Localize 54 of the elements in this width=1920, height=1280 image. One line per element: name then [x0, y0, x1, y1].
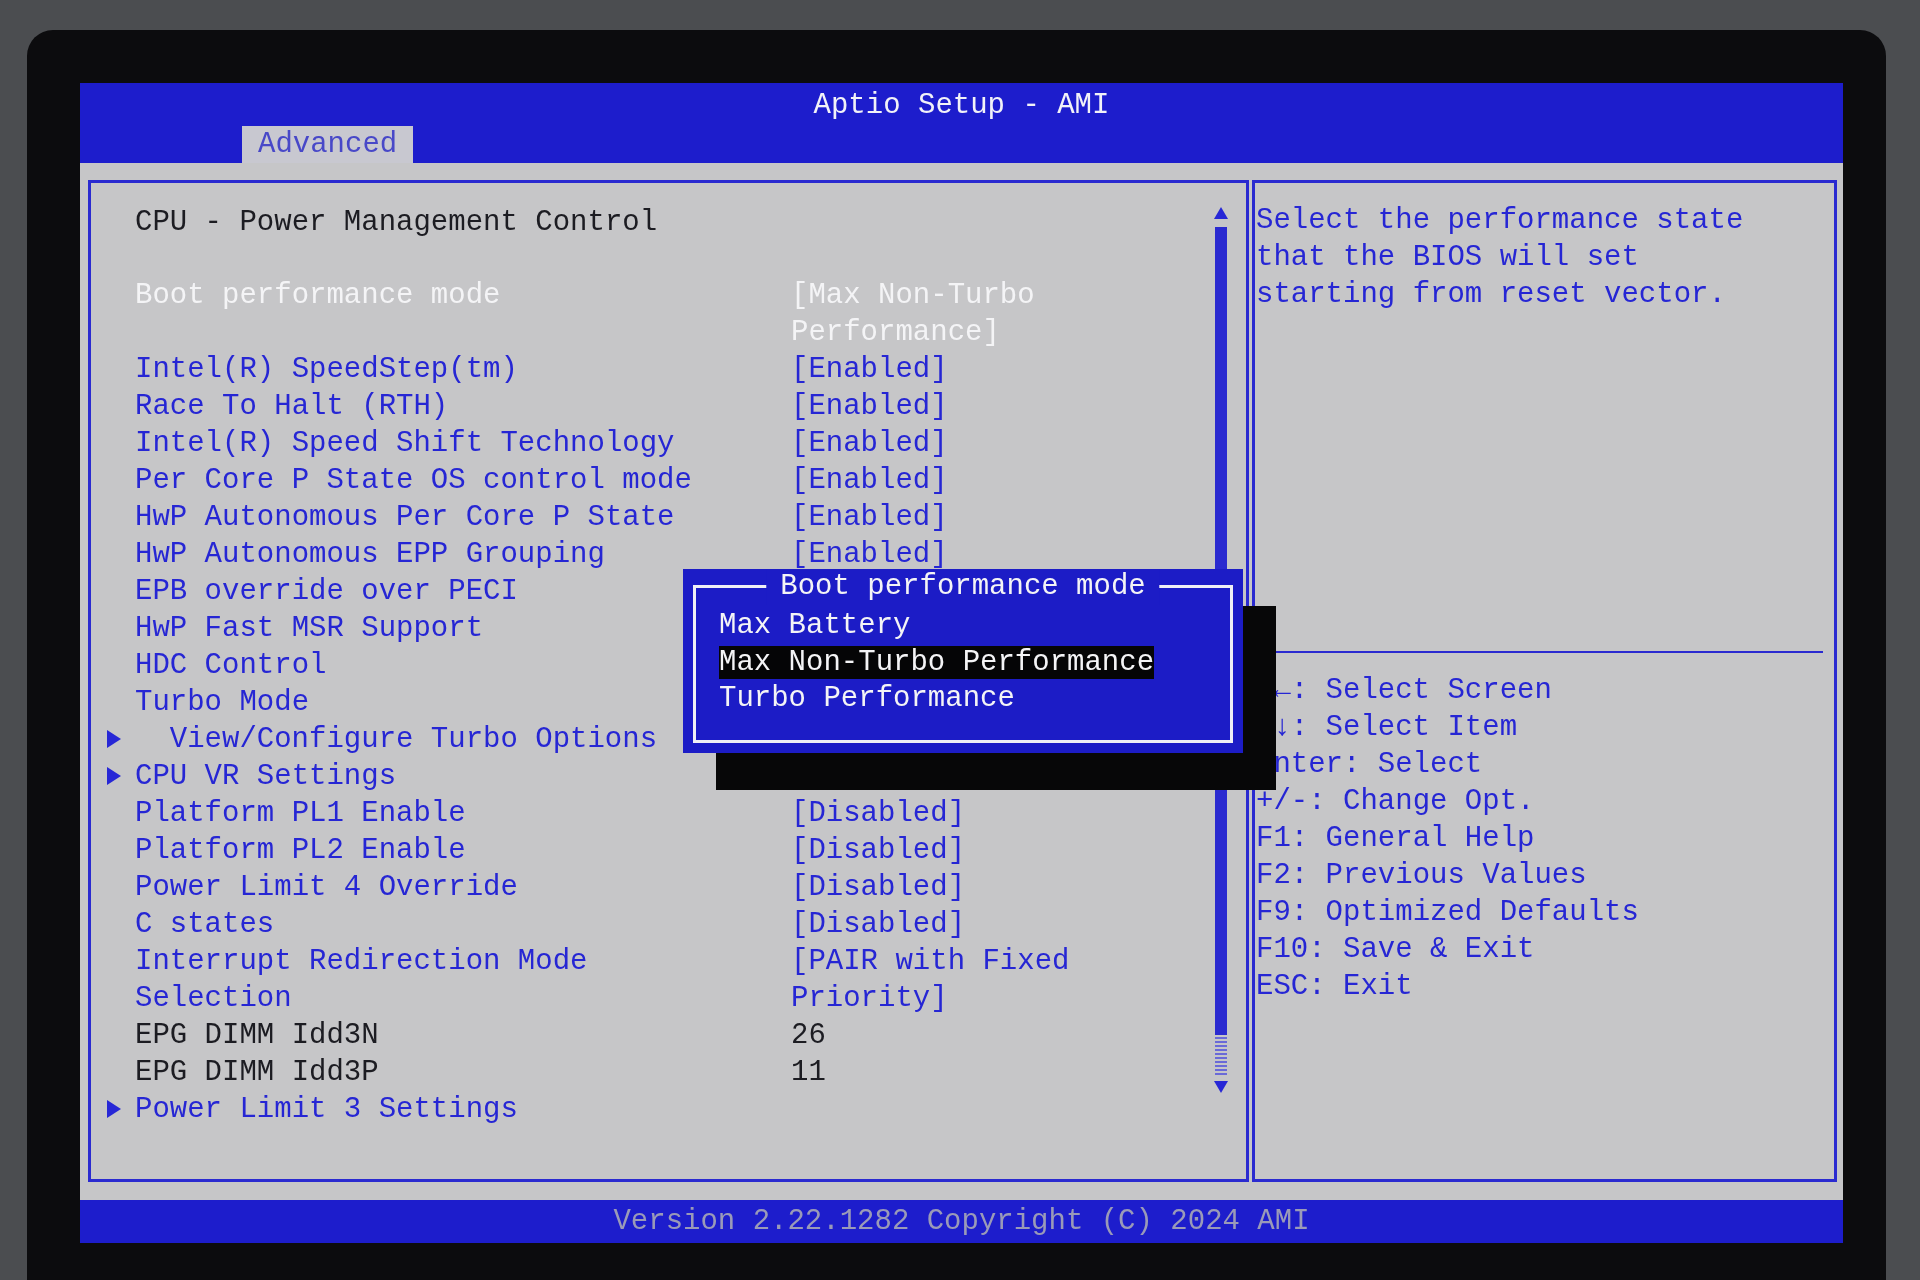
setting-label[interactable]: EPB override over PECI: [135, 573, 518, 610]
setting-label: EPG DIMM Idd3P: [135, 1055, 379, 1091]
setting-label[interactable]: View/Configure Turbo Options: [135, 721, 658, 758]
scroll-down-icon[interactable]: [1214, 1081, 1228, 1093]
setting-value: [Disabled]: [791, 796, 967, 832]
window-title: Aptio Setup - AMI: [812, 89, 1111, 122]
key-hint: nter: Select: [1273, 747, 1483, 783]
setting-label[interactable]: C states: [135, 906, 275, 943]
setting-label[interactable]: Per Core P State OS control mode: [135, 462, 692, 499]
setting-label[interactable]: Power Limit 3 Settings: [135, 1091, 518, 1128]
setting-label[interactable]: Platform PL2 Enable: [135, 832, 466, 869]
submenu-arrow-icon: [107, 730, 121, 748]
key-hint: ESC: Exit: [1256, 969, 1413, 1005]
key-hint: +/-: Change Opt.: [1256, 784, 1535, 820]
scroll-up-icon[interactable]: [1214, 207, 1228, 219]
key-hint: F9: Optimized Defaults: [1256, 895, 1639, 931]
setting-value: 11: [791, 1055, 827, 1091]
option-item[interactable]: Max Non-Turbo Performance: [719, 645, 1155, 679]
setting-value: [Enabled]: [791, 500, 949, 536]
setting-value: [Disabled]: [791, 907, 967, 943]
setting-label[interactable]: CPU VR Settings: [135, 758, 397, 795]
setting-label[interactable]: HwP Autonomous Per Core P State: [135, 499, 675, 536]
menu-tab[interactable]: Advanced: [242, 126, 414, 163]
setting-value: [Enabled]: [791, 537, 949, 572]
setting-value: [Disabled]: [791, 870, 967, 906]
version-text: Version 2.22.1282 Copyright (C) 2024 AMI: [613, 1205, 1310, 1238]
key-hint: ↓: Select Item: [1273, 710, 1518, 746]
setting-value: [PAIR with Fixed Priority]: [791, 944, 1071, 1017]
setting-label[interactable]: Platform PL1 Enable: [135, 795, 466, 832]
setting-value: [Enabled]: [791, 426, 949, 462]
setting-value: [Disabled]: [791, 833, 967, 869]
option-item[interactable]: Turbo Performance: [719, 682, 1015, 715]
setting-label[interactable]: Power Limit 4 Override: [135, 869, 518, 906]
key-hint: F2: Previous Values: [1256, 858, 1587, 894]
setting-label: EPG DIMM Idd3N: [135, 1018, 379, 1054]
submenu-arrow-icon: [107, 767, 121, 785]
setting-label[interactable]: Turbo Mode: [135, 684, 310, 721]
option-item[interactable]: Max Battery: [719, 609, 911, 642]
setting-label[interactable]: HDC Control: [135, 647, 327, 684]
setting-value: [Enabled]: [791, 352, 949, 388]
setting-value: [Enabled]: [791, 389, 949, 425]
help-text: Select the performance state that the BIOS will set starting from reset vector.: [1256, 203, 1745, 313]
setting-value: 26: [791, 1018, 827, 1054]
setting-label[interactable]: Race To Halt (RTH): [135, 388, 449, 425]
setting-label[interactable]: Interrupt Redirection Mode Selection: [135, 943, 588, 1017]
key-hint: F1: General Help: [1256, 821, 1535, 857]
setting-label[interactable]: Intel(R) SpeedStep(tm): [135, 351, 518, 388]
setting-value: [Enabled]: [791, 463, 949, 499]
submenu-arrow-icon: [107, 1100, 121, 1118]
page-title: CPU - Power Management Control: [134, 205, 659, 241]
setting-label[interactable]: HwP Autonomous EPP Grouping: [135, 536, 605, 573]
setting-label[interactable]: Intel(R) Speed Shift Technology: [135, 425, 675, 462]
setting-label[interactable]: HwP Fast MSR Support: [135, 610, 484, 647]
key-hint: F10: Save & Exit: [1256, 932, 1535, 968]
